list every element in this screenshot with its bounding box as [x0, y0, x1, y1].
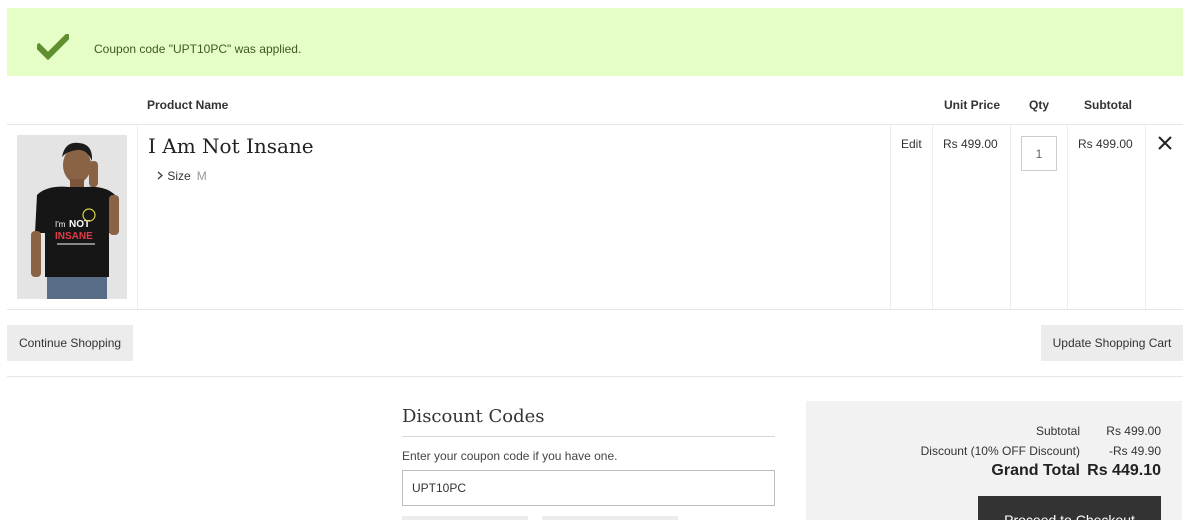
discount-divider: [402, 436, 775, 437]
update-cart-button[interactable]: Update Shopping Cart: [1041, 325, 1183, 361]
remove-item-icon[interactable]: [1157, 135, 1173, 151]
column-separator: [932, 125, 933, 309]
coupon-code-input[interactable]: [402, 470, 775, 506]
column-separator: [890, 125, 891, 309]
continue-shopping-button[interactable]: Continue Shopping: [7, 325, 133, 361]
column-separator: [137, 125, 138, 309]
chevron-right-icon: [156, 169, 167, 183]
quantity-input[interactable]: [1021, 136, 1057, 171]
unit-price: Rs 499.00: [943, 137, 998, 151]
header-product-name: Product Name: [147, 98, 229, 112]
option-label: Size: [167, 169, 191, 183]
success-message-text: Coupon code "UPT10PC" was applied.: [94, 42, 302, 56]
subtotal-value: Rs 499.00: [1106, 424, 1161, 438]
success-message: Coupon code "UPT10PC" was applied.: [7, 8, 1183, 76]
option-value: M: [196, 169, 207, 183]
section-divider: [7, 376, 1183, 377]
edit-link[interactable]: Edit: [901, 137, 922, 151]
grand-total-value: Rs 449.10: [1087, 462, 1161, 479]
product-image[interactable]: I'm NOT INSANE: [17, 135, 127, 299]
product-name-link[interactable]: I Am Not Insane: [148, 134, 314, 158]
column-separator: [1010, 125, 1011, 309]
grand-total-label: Grand Total: [991, 462, 1080, 479]
subtotal-label: Subtotal: [1035, 424, 1080, 438]
cancel-coupon-button[interactable]: [542, 516, 678, 520]
header-qty: Qty: [1029, 98, 1050, 112]
table-divider: [7, 124, 1183, 125]
discount-label: Discount (10% OFF Discount): [920, 444, 1080, 458]
header-unit-price: Unit Price: [944, 98, 1001, 112]
shirt-print-line1: I'm: [55, 220, 66, 229]
column-separator: [1145, 125, 1146, 309]
proceed-to-checkout-button[interactable]: Proceed to Checkout: [978, 496, 1161, 520]
check-icon: [34, 32, 72, 65]
product-option[interactable]: Size M: [156, 169, 207, 183]
discount-title: Discount Codes: [402, 406, 545, 427]
column-separator: [1067, 125, 1068, 309]
shirt-print-line3: INSANE: [55, 231, 93, 242]
discount-help-text: Enter your coupon code if you have one.: [402, 449, 618, 463]
row-subtotal: Rs 499.00: [1078, 137, 1133, 151]
table-divider: [7, 309, 1183, 310]
apply-coupon-button[interactable]: [402, 516, 528, 520]
discount-value: -Rs 49.90: [1108, 444, 1161, 458]
cart-totals: Subtotal Rs 499.00 Discount (10% OFF Dis…: [806, 401, 1182, 520]
header-subtotal: Subtotal: [1084, 98, 1132, 112]
